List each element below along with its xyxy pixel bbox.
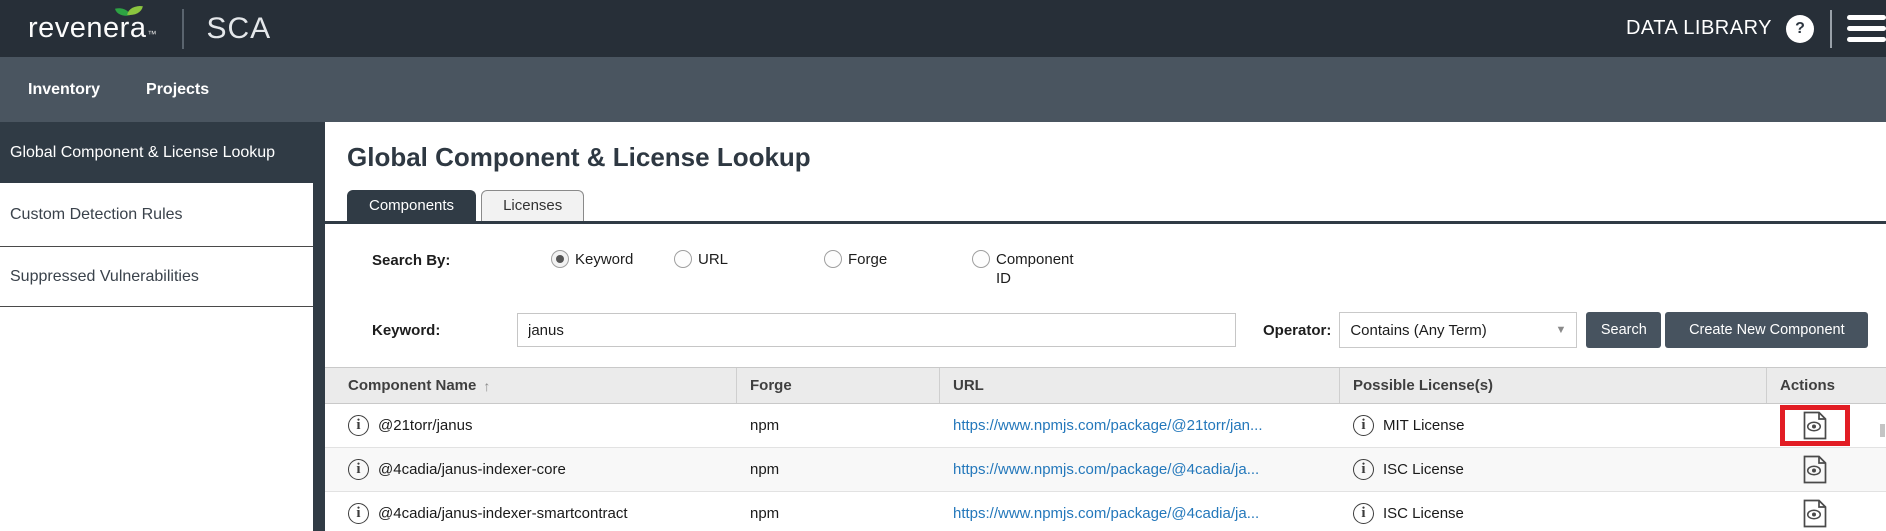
sidebar: Global Component & License Lookup Custom… (0, 122, 325, 531)
revenera-logo: revenera ™ (28, 12, 156, 45)
column-header-forge[interactable]: Forge (737, 368, 940, 403)
radio-forge-button[interactable] (824, 250, 842, 268)
radio-url[interactable]: URL (674, 250, 824, 269)
forge-value: npm (737, 492, 940, 531)
chevron-down-icon: ▼ (1555, 324, 1566, 336)
logo-trademark: ™ (147, 29, 156, 39)
info-icon[interactable]: i (1353, 415, 1374, 436)
page-title: Global Component & License Lookup (347, 142, 1886, 173)
tab-components[interactable]: Components (347, 190, 476, 221)
operator-selected-value: Contains (Any Term) (1350, 322, 1486, 339)
column-header-actions: Actions (1767, 368, 1886, 403)
revenera-leaf-icon (116, 5, 142, 17)
component-name: @21torr/janus (378, 417, 472, 434)
red-highlight-box (1780, 405, 1850, 446)
keyword-label: Keyword: (372, 322, 517, 339)
operator-select[interactable]: Contains (Any Term) ▼ (1339, 312, 1577, 348)
radio-keyword[interactable]: Keyword (551, 250, 674, 269)
top-header: revenera ™ SCA DATA LIBRARY ? (0, 0, 1886, 57)
table-row: i @4cadia/janus-indexer-core npm https:/… (325, 448, 1886, 492)
sidebar-item-custom-detection-rules[interactable]: Custom Detection Rules (0, 183, 313, 247)
main-content: Global Component & License Lookup Compon… (325, 122, 1886, 531)
view-details-icon[interactable] (1803, 411, 1827, 440)
tab-bar: Components Licenses (325, 190, 1886, 224)
component-url-link[interactable]: https://www.npmjs.com/package/@4cadia/ja… (953, 461, 1259, 478)
action-cell (1780, 449, 1850, 490)
nav-item-projects[interactable]: Projects (146, 81, 209, 99)
radio-forge-label[interactable]: Forge (848, 250, 887, 269)
radio-url-label[interactable]: URL (698, 250, 728, 269)
header-divider (1830, 10, 1832, 48)
scrollbar-thumb[interactable] (1880, 424, 1885, 437)
component-name: @4cadia/janus-indexer-smartcontract (378, 505, 628, 522)
radio-component-id-label[interactable]: Component ID (996, 250, 1088, 288)
results-table: Component Name ↑ Forge URL Possible Lice… (325, 367, 1886, 531)
radio-forge[interactable]: Forge (824, 250, 972, 269)
info-icon[interactable]: i (348, 415, 369, 436)
license-name: ISC License (1383, 461, 1464, 478)
table-row: i @21torr/janus npm https://www.npmjs.co… (325, 404, 1886, 448)
column-header-possible-licenses[interactable]: Possible License(s) (1340, 368, 1767, 403)
action-cell (1780, 493, 1850, 531)
column-header-url[interactable]: URL (940, 368, 1340, 403)
product-name: SCA (206, 12, 271, 46)
component-url-link[interactable]: https://www.npmjs.com/package/@21torr/ja… (953, 417, 1263, 434)
search-by-label: Search By: (372, 250, 551, 269)
license-name: MIT License (1383, 417, 1464, 434)
radio-component-id[interactable]: Component ID (972, 250, 1088, 288)
radio-url-button[interactable] (674, 250, 692, 268)
license-name: ISC License (1383, 505, 1464, 522)
radio-keyword-button[interactable] (551, 250, 569, 268)
tab-licenses[interactable]: Licenses (481, 190, 584, 221)
sort-ascending-icon: ↑ (483, 378, 490, 394)
view-details-icon[interactable] (1803, 499, 1827, 528)
app-window: revenera ™ SCA DATA LIBRARY ? Inventory … (0, 0, 1886, 531)
info-icon[interactable]: i (1353, 459, 1374, 480)
forge-value: npm (737, 448, 940, 491)
table-row: i @4cadia/janus-indexer-smartcontract np… (325, 492, 1886, 531)
main-nav: Inventory Projects (0, 57, 1886, 122)
create-new-component-button[interactable]: Create New Component (1665, 312, 1868, 348)
radio-keyword-label[interactable]: Keyword (575, 250, 633, 269)
sidebar-item-global-lookup[interactable]: Global Component & License Lookup (0, 122, 325, 183)
nav-item-inventory[interactable]: Inventory (28, 81, 100, 99)
search-button[interactable]: Search (1586, 312, 1661, 348)
info-icon[interactable]: i (348, 459, 369, 480)
data-library-label: DATA LIBRARY (1626, 17, 1772, 40)
radio-component-id-button[interactable] (972, 250, 990, 268)
component-url-link[interactable]: https://www.npmjs.com/package/@4cadia/ja… (953, 505, 1259, 522)
table-header-row: Component Name ↑ Forge URL Possible Lice… (325, 367, 1886, 404)
view-details-icon[interactable] (1803, 455, 1827, 484)
hamburger-menu-icon[interactable] (1847, 15, 1886, 42)
column-header-component-name[interactable]: Component Name ↑ (325, 368, 737, 403)
info-icon[interactable]: i (348, 503, 369, 524)
info-icon[interactable]: i (1353, 503, 1374, 524)
operator-label: Operator: (1263, 322, 1331, 339)
help-icon[interactable]: ? (1786, 15, 1814, 43)
component-name: @4cadia/janus-indexer-core (378, 461, 566, 478)
forge-value: npm (737, 404, 940, 447)
logo-divider (182, 9, 184, 49)
sidebar-item-suppressed-vulnerabilities[interactable]: Suppressed Vulnerabilities (0, 247, 313, 307)
keyword-input[interactable] (517, 313, 1236, 347)
keyword-row: Keyword: Operator: Contains (Any Term) ▼… (347, 312, 1886, 348)
search-by-row: Search By: Keyword URL Forge Component I… (347, 250, 1886, 288)
